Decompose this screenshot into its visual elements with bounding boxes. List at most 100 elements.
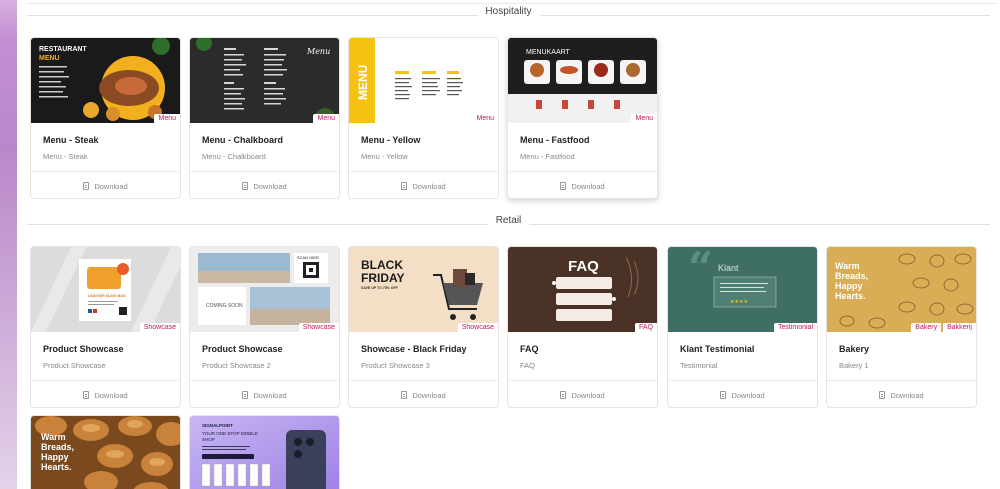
card-title: Showcase - Black Friday [361, 344, 467, 354]
svg-text:Warm: Warm [835, 261, 860, 271]
template-card-faq[interactable]: FAQ FAQ FAQ FAQ Download [507, 246, 658, 408]
card-thumbnail: RESTAURANT MENU Menu [31, 38, 180, 123]
card-thumbnail: FAQ FAQ [508, 247, 657, 332]
template-card-klant-testimonial[interactable]: “ Klant ★★★★ Testimonial Klant Testimoni… [667, 246, 818, 408]
card-subtitle: Menu - Yellow [361, 152, 408, 161]
svg-text:Happy: Happy [835, 281, 863, 291]
download-button[interactable]: Download [349, 380, 498, 407]
svg-text:SCAN HIER: SCAN HIER [297, 255, 319, 260]
card-title: Product Showcase [202, 344, 283, 354]
card-title: Menu - Yellow [361, 135, 421, 145]
template-card-menu-yellow[interactable]: MENU Menu Menu - Yellow Menu - Yellow Do… [348, 37, 499, 199]
card-subtitle: Bakery 1 [839, 361, 869, 370]
card-subtitle: Testimonial [680, 361, 718, 370]
download-label: Download [571, 181, 605, 191]
download-button[interactable]: Download [668, 380, 817, 407]
template-card-menu-steak[interactable]: RESTAURANT MENU Menu Menu - Steak Menu -… [30, 37, 181, 199]
card-thumbnail: Menu Menu [190, 38, 339, 123]
svg-text:SHOP: SHOP [202, 437, 215, 442]
document-icon [242, 182, 249, 190]
svg-text:Breads,: Breads, [835, 271, 868, 281]
category-tag: FAQ [634, 323, 657, 332]
svg-text:FAQ: FAQ [568, 258, 599, 275]
card-thumbnail: SCAN HIER COMING SOON Showcase [190, 247, 339, 332]
download-label: Download [731, 390, 765, 400]
document-icon [401, 182, 408, 190]
card-subtitle: Menu - Steak [43, 152, 88, 161]
svg-text:Klant: Klant [718, 263, 739, 273]
template-card-mobile-shop[interactable]: SIGNALPOINT YOUR ONE-STOP MOBILE SHOP [189, 415, 340, 489]
svg-text:★★★★: ★★★★ [730, 299, 748, 305]
download-button[interactable]: Download [508, 171, 657, 198]
card-title: Bakery [839, 344, 870, 354]
category-tag: Showcase [298, 323, 339, 332]
svg-text:SAVE UP TO 70% OFF: SAVE UP TO 70% OFF [361, 286, 399, 290]
download-button[interactable]: Download [31, 171, 180, 198]
document-icon [560, 391, 567, 399]
card-thumbnail: LEATHER SLING BAG Showcase [31, 247, 180, 332]
card-thumbnail: MENU Menu [349, 38, 498, 123]
category-tag: Menu [313, 114, 339, 123]
category-tag: Testimonial [773, 323, 817, 332]
section-header-retail: Retail [27, 213, 990, 233]
svg-text:Hearts.: Hearts. [41, 462, 72, 472]
download-button[interactable]: Download [508, 380, 657, 407]
svg-text:MENU: MENU [39, 55, 60, 62]
download-button[interactable]: Download [190, 171, 339, 198]
download-label: Download [412, 390, 446, 400]
card-thumbnail: “ Klant ★★★★ Testimonial [668, 247, 817, 332]
card-subtitle: Menu - Fastfood [520, 152, 575, 161]
category-tag: Menu [472, 114, 498, 123]
document-icon [242, 391, 249, 399]
category-tag: Menu [631, 114, 657, 123]
template-card-black-friday[interactable]: BLACK FRIDAY SAVE UP TO 70% OFF Showcase… [348, 246, 499, 408]
template-card-menu-fastfood[interactable]: MENUKAART Menu Menu - Fastfood Menu - Fa… [507, 37, 658, 199]
card-subtitle: Product Showcase 2 [202, 361, 271, 370]
card-subtitle: FAQ [520, 361, 536, 370]
svg-text:Hearts.: Hearts. [835, 291, 866, 301]
download-button[interactable]: Download [349, 171, 498, 198]
category-tag: Bakkerij [943, 323, 976, 332]
category-tag: Menu [154, 114, 180, 123]
section-title: Hospitality [477, 6, 540, 17]
category-tag: Showcase [457, 323, 498, 332]
card-title: Menu - Chalkboard [202, 135, 284, 145]
svg-text:YOUR ONE-STOP MOBILE: YOUR ONE-STOP MOBILE [202, 431, 258, 436]
card-thumbnail: BLACK FRIDAY SAVE UP TO 70% OFF Showcase [349, 247, 498, 332]
download-label: Download [890, 390, 924, 400]
svg-text:COMING SOON: COMING SOON [206, 303, 243, 309]
template-card-product-showcase[interactable]: LEATHER SLING BAG Showcase Product Showc… [30, 246, 181, 408]
download-button[interactable]: Download [827, 380, 976, 407]
document-icon [83, 182, 90, 190]
download-label: Download [94, 181, 128, 191]
category-tag: Bakery [911, 323, 942, 332]
document-icon [401, 391, 408, 399]
card-thumbnail: SIGNALPOINT YOUR ONE-STOP MOBILE SHOP [190, 416, 339, 489]
card-title: Product Showcase [43, 344, 124, 354]
left-sidebar-strip [0, 0, 17, 489]
document-icon [83, 391, 90, 399]
card-title: Klant Testimonial [680, 344, 755, 354]
svg-text:Menu: Menu [306, 47, 330, 56]
card-thumbnail: Warm Breads, Happy Hearts. [31, 416, 180, 489]
document-icon [560, 182, 567, 190]
template-card-menu-chalkboard[interactable]: Menu Menu Menu - Chalkboard Menu - Chalk… [189, 37, 340, 199]
svg-text:MENUKAART: MENUKAART [526, 49, 571, 56]
template-card-bakery-photo[interactable]: Warm Breads, Happy Hearts. [30, 415, 181, 489]
card-thumbnail: Warm Breads, Happy Hearts. Bakery Bakker… [827, 247, 976, 332]
svg-text:LEATHER SLING BAG: LEATHER SLING BAG [88, 294, 126, 298]
svg-text:RESTAURANT: RESTAURANT [39, 46, 87, 53]
card-title: Menu - Fastfood [520, 135, 590, 145]
card-subtitle: Product Showcase [43, 361, 106, 370]
download-button[interactable]: Download [31, 380, 180, 407]
template-card-bakery[interactable]: Warm Breads, Happy Hearts. Bakery Bakker… [826, 246, 977, 408]
section-title: Retail [487, 215, 530, 226]
template-card-product-showcase-2[interactable]: SCAN HIER COMING SOON Showcase Product S… [189, 246, 340, 408]
download-button[interactable]: Download [190, 380, 339, 407]
svg-text:Breads,: Breads, [41, 442, 74, 452]
download-label: Download [412, 181, 446, 191]
card-subtitle: Product Showcase 3 [361, 361, 430, 370]
category-tag: Showcase [139, 323, 180, 332]
card-title: FAQ [520, 344, 539, 354]
download-label: Download [94, 390, 128, 400]
